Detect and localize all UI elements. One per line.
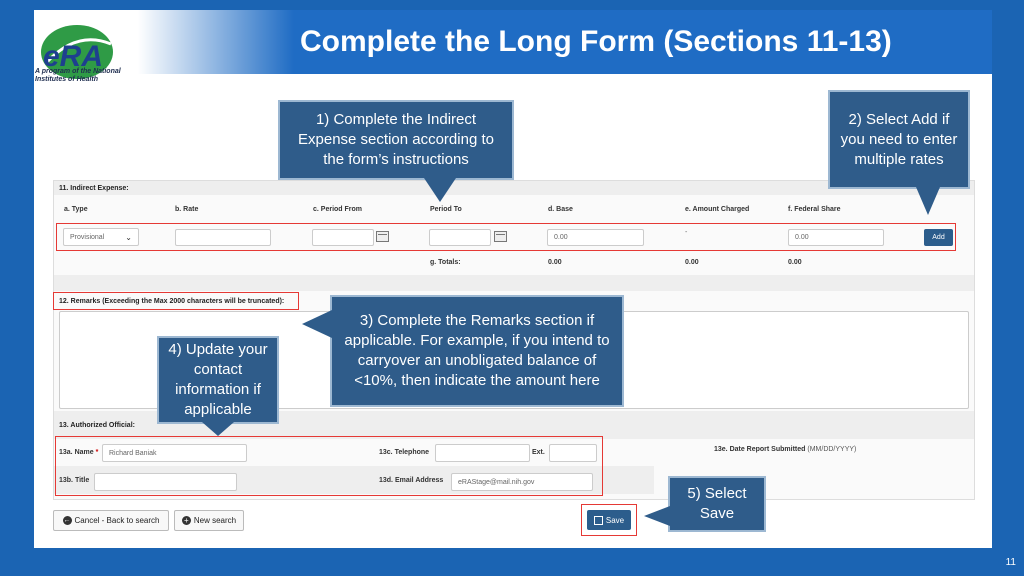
- callout-pointer: [916, 187, 940, 215]
- remarks-header-row: [54, 275, 974, 291]
- callout-indirect-expense: 1) Complete the Indirect Expense section…: [278, 100, 514, 180]
- col-period-to: Period To: [430, 206, 462, 213]
- col-base: d. Base: [548, 206, 573, 213]
- highlight-indirect-expense-row: [56, 223, 956, 251]
- highlight-contact-info: [55, 436, 603, 496]
- indirect-expense-label: 11. Indirect Expense:: [59, 185, 129, 192]
- callout-pointer: [302, 310, 332, 338]
- callout-add: 2) Select Add if you need to enter multi…: [828, 90, 970, 189]
- total-amount-charged: 0.00: [685, 259, 699, 266]
- col-amount-charged: e. Amount Charged: [685, 206, 750, 213]
- callout-pointer: [644, 506, 670, 526]
- logo-tagline: A program of the National Institutes of …: [35, 68, 121, 83]
- cancel-button-label: Cancel - Back to search: [74, 516, 160, 525]
- callout-pointer: [424, 178, 456, 202]
- total-federal-share: 0.00: [788, 259, 802, 266]
- new-search-button-label: New search: [193, 516, 237, 525]
- cancel-icon: ←: [62, 516, 72, 525]
- total-base: 0.00: [548, 259, 562, 266]
- plus-icon: +: [181, 516, 191, 525]
- new-search-button[interactable]: + New search: [174, 510, 244, 531]
- callout-save: 5) Select Save: [668, 476, 766, 532]
- authorized-official-label: 13. Authorized Official:: [59, 422, 135, 429]
- highlight-remarks-label: [53, 292, 299, 310]
- slide: Complete the Long Form (Sections 11-13) …: [34, 10, 992, 548]
- cancel-button[interactable]: ← Cancel - Back to search: [53, 510, 169, 531]
- date-submitted-label: 13e. Date Report Submitted (MM/DD/YYYY): [714, 446, 857, 453]
- col-period-from: c. Period From: [313, 206, 363, 213]
- slide-number: 11: [1005, 557, 1016, 568]
- callout-contact: 4) Update your contact information if ap…: [157, 336, 279, 424]
- col-federal-share: f. Federal Share: [788, 206, 841, 213]
- totals-label: g. Totals:: [430, 259, 461, 266]
- highlight-save: [581, 504, 637, 536]
- col-rate: b. Rate: [175, 206, 199, 213]
- callout-pointer: [202, 422, 234, 436]
- callout-remarks: 3) Complete the Remarks section if appli…: [330, 295, 624, 407]
- col-type: a. Type: [64, 206, 88, 213]
- page-title: Complete the Long Form (Sections 11-13): [300, 25, 892, 58]
